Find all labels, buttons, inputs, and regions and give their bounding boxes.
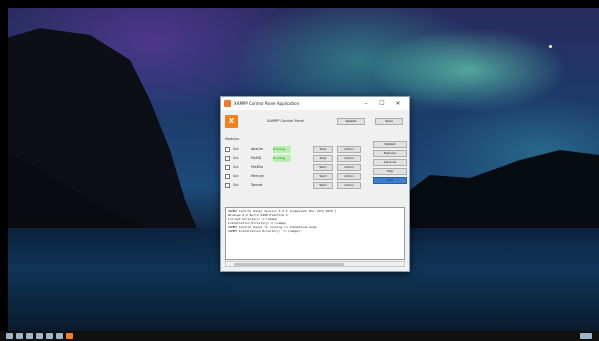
taskbar	[0, 331, 599, 341]
service-label: Svc	[233, 183, 239, 187]
close-button[interactable]: ✕	[393, 99, 403, 108]
admin-button[interactable]: Admin	[337, 173, 361, 180]
modules-label: Modules	[225, 137, 240, 141]
scrollbar-thumb[interactable]	[234, 263, 344, 266]
module-status	[273, 173, 291, 180]
module-row-mercury: Svc Mercury Start Admin	[225, 173, 365, 181]
module-row-filezilla: Svc FileZilla Start Admin	[225, 164, 365, 172]
start-button[interactable]: Start	[313, 182, 333, 189]
module-row-apache: Svc Apache Running Stop Admin	[225, 146, 365, 154]
start-icon[interactable]	[6, 333, 13, 339]
module-status	[273, 182, 291, 189]
window-titlebar[interactable]: XAMPP Control Panel Application – ☐ ✕	[221, 97, 409, 110]
admin-button[interactable]: Admin	[337, 164, 361, 171]
header-title: XAMPP Control Panel	[267, 119, 305, 123]
module-status: Running	[273, 146, 291, 153]
xampp-app-icon	[224, 100, 231, 107]
module-name: MySQL	[251, 156, 262, 160]
shell-button[interactable]: Shell	[375, 118, 403, 125]
admin-button[interactable]: Admin	[337, 182, 361, 189]
task-view-icon[interactable]	[26, 333, 33, 339]
admin-button[interactable]: Admin	[337, 155, 361, 162]
horizontal-scrollbar[interactable]	[225, 261, 405, 267]
file-explorer-icon[interactable]	[46, 333, 53, 339]
service-checkbox[interactable]	[225, 183, 230, 188]
star	[549, 45, 552, 48]
browser-icon[interactable]	[36, 333, 43, 339]
service-label: Svc	[233, 165, 239, 169]
maximize-button[interactable]: ☐	[377, 99, 387, 108]
xampp-control-panel-window: XAMPP Control Panel Application – ☐ ✕ X …	[220, 96, 410, 272]
xampp-logo-icon: X	[225, 115, 238, 128]
stop-button[interactable]: Stop	[313, 155, 333, 162]
screen-border-left	[0, 0, 8, 341]
module-name: FileZilla	[251, 165, 264, 169]
system-tray-icon[interactable]	[580, 333, 592, 339]
help-button[interactable]: Help	[373, 168, 407, 175]
start-button[interactable]: Start	[313, 173, 333, 180]
log-line: XAMPP Installation Directory: "c:\xampp\…	[228, 229, 303, 233]
header-row: X XAMPP Control Panel Netstat Shell	[225, 115, 405, 129]
service-label: Svc	[233, 147, 239, 151]
xampp-taskbar-icon[interactable]	[66, 333, 73, 339]
services-button[interactable]: Services	[373, 159, 407, 166]
service-checkbox[interactable]	[225, 165, 230, 170]
window-title: XAMPP Control Panel Application	[234, 101, 300, 106]
start-button[interactable]: Start	[313, 164, 333, 171]
service-label: Svc	[233, 156, 239, 160]
service-label: Svc	[233, 174, 239, 178]
screen-border-top	[0, 0, 599, 8]
module-name: Apache	[251, 147, 263, 151]
quit-button[interactable]: Quit	[373, 177, 407, 184]
log-panel[interactable]: XAMPP Control Panel Version 3.2.2 [Compi…	[225, 207, 405, 260]
store-icon[interactable]	[56, 333, 63, 339]
module-name: Tomcat	[251, 183, 263, 187]
stop-button[interactable]: Stop	[313, 146, 333, 153]
netstat-header-button[interactable]: Netstat	[337, 118, 365, 125]
module-row-tomcat: Svc Tomcat Start Admin	[225, 182, 365, 190]
module-row-mysql: Svc MySQL Running Stop Admin	[225, 155, 365, 163]
config-netstat-button[interactable]: Netstat	[373, 141, 407, 148]
module-status: Running	[273, 155, 291, 162]
minimize-button[interactable]: –	[361, 99, 371, 108]
module-name: Mercury	[251, 174, 264, 178]
service-checkbox[interactable]	[225, 147, 230, 152]
search-icon[interactable]	[16, 333, 23, 339]
service-checkbox[interactable]	[225, 156, 230, 161]
service-checkbox[interactable]	[225, 174, 230, 179]
admin-button[interactable]: Admin	[337, 146, 361, 153]
explorer-button[interactable]: Explorer	[373, 150, 407, 157]
module-status	[273, 164, 291, 171]
